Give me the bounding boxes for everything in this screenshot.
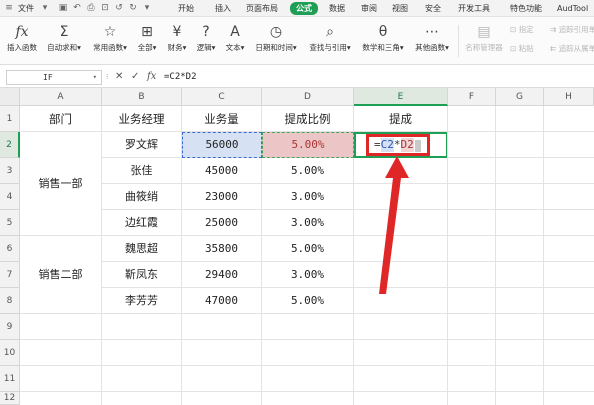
print-icon[interactable]: ⎙	[86, 3, 96, 13]
tab-developer[interactable]: 开发工具	[458, 3, 490, 15]
fx-insert-function-icon[interactable]: fx	[147, 70, 156, 84]
common-functions-label: 常用函数▾	[93, 43, 127, 52]
paste-name-button[interactable]: ⊡ 粘贴	[510, 43, 534, 54]
quick-access-dropdown-icon[interactable]: ▾	[142, 3, 152, 13]
spreadsheet-app: ≡ 文件 ▾ ▣ ↶ ⎙ ⊡ ↺ ↻ ▾ 开始 插入 页面布局 公式 数据 审阅…	[0, 0, 594, 405]
formula-input[interactable]: =C2*D2	[164, 70, 197, 84]
autosum-button[interactable]: Σ 自动求和▾	[44, 21, 84, 61]
fx-icon: fx	[15, 24, 29, 40]
other-functions-button[interactable]: ⋯ 其他函数▾	[410, 21, 454, 61]
trace-precedents-button[interactable]: ⇉ 追踪引用单	[550, 24, 594, 35]
gridlines	[20, 106, 594, 405]
logical-icon: ?	[202, 24, 210, 40]
save-icon[interactable]: ▣	[58, 3, 68, 13]
define-name-icon: ⊡	[510, 25, 517, 34]
define-name-label: 指定	[518, 25, 534, 34]
all-functions-label: 全部▾	[137, 43, 157, 52]
insert-function-label: 插入函数	[7, 43, 37, 52]
text-icon: A	[230, 24, 240, 40]
formula-bar-handle-icon: ⁝	[106, 73, 109, 81]
sigma-icon: Σ	[59, 24, 69, 40]
formula-bar: IF ▾ ⁝ ✕ ✓ fx =C2*D2	[0, 66, 594, 88]
tab-security[interactable]: 安全	[425, 3, 441, 15]
other-functions-label: 其他函数▾	[415, 43, 449, 52]
file-dropdown-icon[interactable]: ▾	[40, 3, 50, 13]
tab-insert[interactable]: 插入	[215, 3, 231, 15]
trace-dependents-label: 追踪从属单	[558, 44, 594, 53]
clock-icon: ◷	[269, 24, 283, 40]
logical-label: 逻辑▾	[196, 43, 216, 52]
date-time-button[interactable]: ◷ 日期和时间▾	[250, 21, 302, 61]
trace-precedents-label: 追踪引用单	[558, 25, 594, 34]
tab-special-features[interactable]: 特色功能	[510, 3, 542, 15]
undo-icon[interactable]: ↶	[72, 3, 82, 13]
star-icon: ☆	[103, 24, 117, 40]
confirm-formula-icon[interactable]: ✓	[131, 70, 139, 84]
undo-icon-2[interactable]: ↺	[114, 3, 124, 13]
lookup-icon: ⌕	[326, 24, 334, 40]
name-manager-icon: ▤	[477, 24, 491, 40]
date-time-label: 日期和时间▾	[255, 43, 297, 52]
financial-icon: ¥	[172, 24, 182, 40]
name-box[interactable]: IF ▾	[6, 70, 102, 85]
all-functions-icon: ⊞	[141, 24, 153, 40]
trace-dependents-button[interactable]: ⇇ 追踪从属单	[550, 43, 594, 54]
ribbon-divider	[458, 25, 459, 57]
preview-icon[interactable]: ⊡	[100, 3, 110, 13]
name-box-dropdown-icon[interactable]: ▾	[93, 71, 97, 84]
paste-icon: ⊡	[510, 44, 517, 53]
name-manager-label: 名称管理器	[465, 43, 503, 52]
financial-button[interactable]: ¥ 财务▾	[164, 21, 190, 61]
insert-function-button[interactable]: fx 插入函数	[4, 21, 40, 61]
redo-icon[interactable]: ↻	[128, 3, 138, 13]
tab-audtool[interactable]: AudTool	[557, 3, 588, 15]
text-functions-label: 文本▾	[225, 43, 245, 52]
tab-formulas[interactable]: 公式	[290, 2, 318, 15]
file-menu[interactable]: 文件	[18, 3, 34, 15]
paste-name-label: 粘贴	[518, 44, 534, 53]
tab-home[interactable]: 开始	[178, 3, 194, 15]
autosum-label: 自动求和▾	[47, 43, 81, 52]
math-trig-button[interactable]: θ 数学和三角▾	[358, 21, 408, 61]
trace-dependents-icon: ⇇	[550, 44, 557, 53]
ribbon-toolbar: fx 插入函数 Σ 自动求和▾ ☆ 常用函数▾ ⊞ 全部▾ ¥ 财务▾ ? 逻辑…	[0, 17, 594, 65]
more-functions-icon: ⋯	[425, 24, 439, 40]
common-functions-button[interactable]: ☆ 常用函数▾	[88, 21, 132, 61]
tab-review[interactable]: 审阅	[361, 3, 377, 15]
text-functions-button[interactable]: A 文本▾	[222, 21, 248, 61]
all-functions-button[interactable]: ⊞ 全部▾	[134, 21, 160, 61]
math-trig-label: 数学和三角▾	[362, 43, 404, 52]
cancel-formula-icon[interactable]: ✕	[115, 70, 123, 84]
menu-icon[interactable]: ≡	[4, 3, 14, 13]
tab-page-layout[interactable]: 页面布局	[246, 3, 278, 15]
tab-view[interactable]: 视图	[392, 3, 408, 15]
math-icon: θ	[378, 24, 388, 40]
menu-tab-bar: ≡ 文件 ▾ ▣ ↶ ⎙ ⊡ ↺ ↻ ▾ 开始 插入 页面布局 公式 数据 审阅…	[0, 0, 594, 17]
name-manager-button[interactable]: ▤ 名称管理器	[462, 21, 506, 61]
lookup-reference-label: 查找与引用▾	[309, 43, 351, 52]
annotation-arrow	[379, 156, 409, 294]
lookup-reference-button[interactable]: ⌕ 查找与引用▾	[304, 21, 356, 61]
name-box-value: IF	[43, 73, 53, 82]
define-name-button[interactable]: ⊡ 指定	[510, 24, 534, 35]
tab-data[interactable]: 数据	[329, 3, 345, 15]
financial-label: 财务▾	[167, 43, 187, 52]
worksheet-grid[interactable]: A B C D E F G H 1 2 3 4 5 6 7 8 9 10 11 …	[0, 88, 594, 405]
trace-precedents-icon: ⇉	[550, 25, 557, 34]
logical-button[interactable]: ? 逻辑▾	[193, 21, 219, 61]
